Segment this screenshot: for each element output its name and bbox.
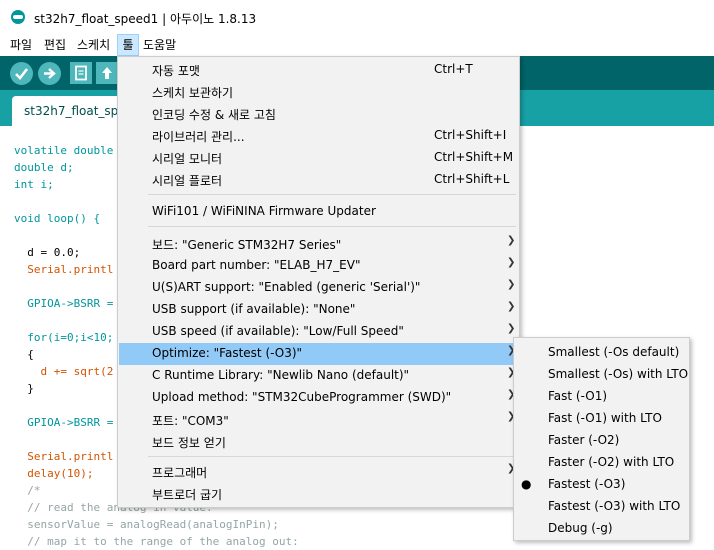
code-line: GPIOA->BSRR = [14,297,114,310]
menu-item-upload-method[interactable]: Upload method: "STM32CubeProgrammer (SWD… [119,387,518,409]
menu-item-programmer[interactable]: 프로그래머 ❯ [119,461,518,483]
menu-item-usb-speed[interactable]: USB speed (if available): "Low/Full Spee… [119,321,518,343]
menu-help[interactable]: 도움말 [143,34,176,56]
arduino-logo-icon [11,10,25,24]
code-line: /* [14,484,41,497]
code-line: for(i=0;i<10; [14,331,114,344]
upload-button[interactable] [38,62,61,85]
menu-item-usb-support[interactable]: USB support (if available): "None" ❯ [119,299,518,321]
menu-item-serial-plotter[interactable]: 시리얼 플로터 Ctrl+Shift+L [119,169,518,191]
code-line: d += sqrt(2 [14,365,114,378]
sketch-tab-label: st32h7_float_spe [24,104,126,118]
code-line: Serial.printl [14,263,114,276]
menu-item-fix-encoding[interactable]: 인코딩 수정 & 새로 고침 [119,103,518,125]
code-line: } [14,382,34,395]
code-line: double d; [14,161,74,174]
menu-bar: 파일 편집 스케치 툴 도움말 [0,34,714,56]
selected-bullet-icon: ● [521,477,532,491]
window-title: st32h7_float_speed1 | 아두이노 1.8.13 [34,12,257,26]
menu-item-port[interactable]: 포트: "COM3" ❯ [119,409,518,431]
code-line: volatile double [14,144,114,157]
menu-item-board-info[interactable]: 보드 정보 얻기 [119,431,518,453]
menu-edit[interactable]: 편집 [44,34,66,56]
submenu-item-faster-o2-lto[interactable]: Faster (-O2) with LTO [515,452,688,474]
menu-separator [148,456,516,457]
submenu-item-fastest-o3-lto[interactable]: Fastest (-O3) with LTO [515,496,688,518]
menu-item-usart-support[interactable]: U(S)ART support: "Enabled (generic 'Seri… [119,277,518,299]
new-icon [75,65,87,81]
code-line: delay(10); [14,467,94,480]
menu-item-c-runtime-library[interactable]: C Runtime Library: "Newlib Nano (default… [119,365,518,387]
open-button[interactable] [96,62,118,84]
menu-item-board[interactable]: 보드: "Generic STM32H7 Series" ❯ [119,233,518,255]
submenu-arrow-icon: ❯ [507,257,516,268]
menu-separator [148,194,516,195]
code-line: Serial.printl [14,450,114,463]
menu-item-firmware-updater[interactable]: WiFi101 / WiFiNINA Firmware Updater [119,201,518,223]
title-bar: st32h7_float_speed1 | 아두이노 1.8.13 [0,0,714,34]
menu-item-archive-sketch[interactable]: 스케치 보관하기 [119,81,518,103]
submenu-arrow-icon: ❯ [507,323,516,334]
submenu-arrow-icon: ❯ [507,301,516,312]
code-line: GPIOA->BSRR = [14,416,114,429]
menu-separator [148,226,516,227]
menu-item-auto-format[interactable]: 자동 포맷 Ctrl+T [119,59,518,81]
open-icon [102,67,112,79]
submenu-item-fast-o1[interactable]: Fast (-O1) [515,386,688,408]
menu-item-serial-monitor[interactable]: 시리얼 모니터 Ctrl+Shift+M [119,147,518,169]
submenu-item-fast-o1-lto[interactable]: Fast (-O1) with LTO [515,408,688,430]
submenu-item-faster-o2[interactable]: Faster (-O2) [515,430,688,452]
verify-button[interactable] [10,62,33,85]
menu-item-burn-bootloader[interactable]: 부트로더 굽기 [119,483,518,505]
menu-item-board-part-number[interactable]: Board part number: "ELAB_H7_EV" ❯ [119,255,518,277]
code-line: void loop() { [14,212,101,225]
tools-menu-dropdown: 자동 포맷 Ctrl+T 스케치 보관하기 인코딩 수정 & 새로 고침 라이브… [117,56,520,508]
menu-item-manage-libraries[interactable]: 라이브러리 관리... Ctrl+Shift+I [119,125,518,147]
submenu-item-fastest-o3[interactable]: ● Fastest (-O3) [515,474,688,496]
submenu-arrow-icon: ❯ [507,235,516,246]
verify-icon [15,68,29,80]
code-line: d = 0.0; [14,246,81,259]
code-line: { [14,348,34,361]
menu-sketch[interactable]: 스케치 [77,34,110,56]
submenu-arrow-icon: ❯ [507,279,516,290]
submenu-item-smallest-os-default[interactable]: Smallest (-Os default) [515,342,688,364]
menu-file[interactable]: 파일 [10,34,32,56]
code-line: sensorValue = analogRead(analogInPin); [14,518,279,531]
submenu-item-debug-g[interactable]: Debug (-g) [515,518,688,540]
menu-item-optimize[interactable]: Optimize: "Fastest (-O3)" ❯ [119,343,518,365]
optimize-submenu: Smallest (-Os default) Smallest (-Os) wi… [513,337,690,541]
submenu-item-smallest-os-lto[interactable]: Smallest (-Os) with LTO [515,364,688,386]
upload-icon [44,68,56,79]
code-line: // map it to the range of the analog out… [14,535,299,548]
code-line: int i; [14,178,54,191]
menu-tools[interactable]: 툴 [117,34,139,56]
new-button[interactable] [70,62,92,84]
